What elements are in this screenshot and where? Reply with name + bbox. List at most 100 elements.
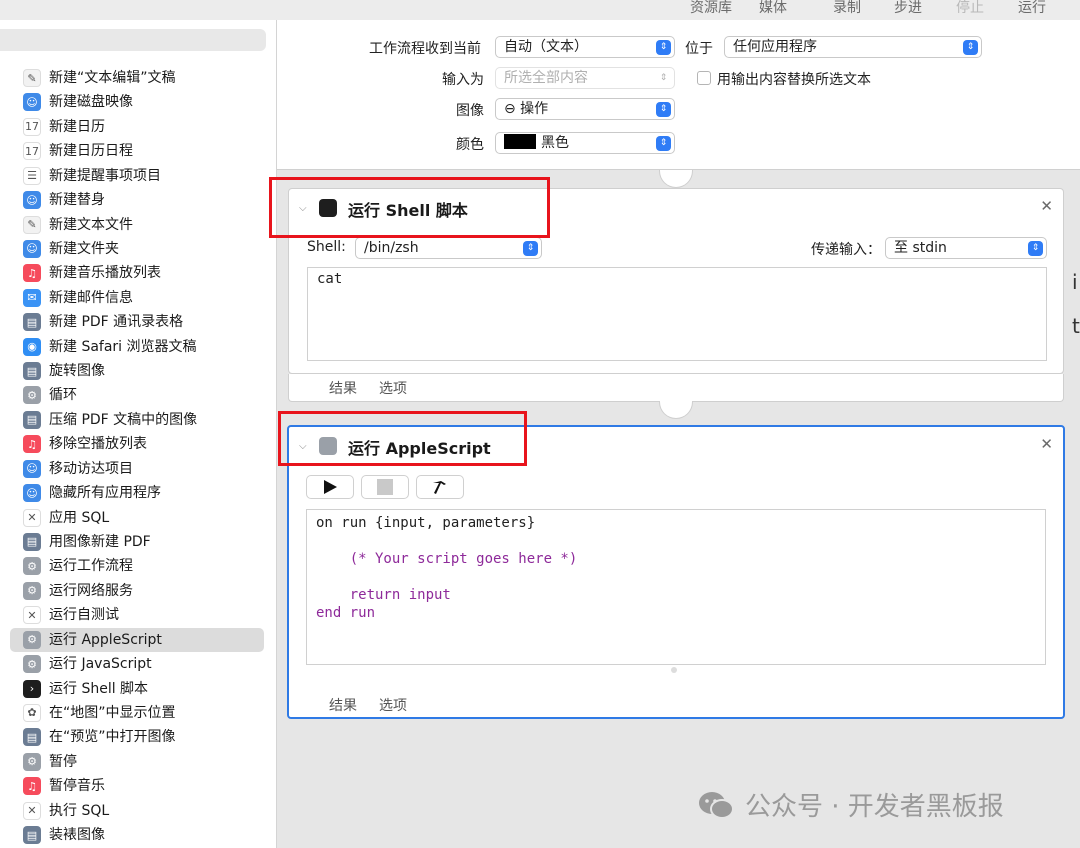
color-swatch xyxy=(504,134,536,149)
finder-icon: ☺ xyxy=(23,239,41,258)
options-tab[interactable]: 选项 xyxy=(379,695,407,715)
results-tab[interactable]: 结果 xyxy=(329,378,357,398)
finder-icon: ☺ xyxy=(23,459,41,478)
shell-popup[interactable]: /bin/zsh ⇕ xyxy=(355,237,542,259)
automator-icon: ⚙ xyxy=(23,752,41,771)
popup-arrows-icon: ⇕ xyxy=(1028,241,1043,256)
image-value: ⊖ 操作 xyxy=(504,101,549,117)
hammer-icon xyxy=(433,481,446,494)
record-button[interactable]: 录制 xyxy=(833,0,861,16)
safari-icon: ◉ xyxy=(23,337,41,356)
replace-output-checkbox[interactable] xyxy=(697,71,711,85)
toolbar: 资源库 媒体 录制 步进 停止 运行 xyxy=(0,0,1080,20)
sidebar-item[interactable]: ▤ 旋转图像 xyxy=(0,359,276,383)
sidebar-item[interactable]: ▤ 装裱图像 xyxy=(0,823,276,847)
sidebar-item[interactable]: ♫ 移除空播放列表 xyxy=(0,432,276,456)
step-button[interactable]: 步进 xyxy=(894,0,922,16)
sidebar-item[interactable]: ✿ 在“地图”中显示位置 xyxy=(0,701,276,725)
music-icon: ♫ xyxy=(23,264,41,283)
stop-button[interactable]: 停止 xyxy=(956,0,984,16)
library-button[interactable]: 资源库 xyxy=(690,0,732,16)
sidebar-item[interactable]: ⚙ 循环 xyxy=(0,383,276,407)
sidebar-item[interactable]: ⚙ 运行工作流程 xyxy=(0,554,276,578)
sidebar-item-label: 新建提醒事项项目 xyxy=(49,167,161,184)
preview-icon: ▤ xyxy=(23,728,41,747)
popup-arrows-icon: ⇕ xyxy=(963,40,978,55)
applescript-editor[interactable]: on run {input, parameters} (* Your scrip… xyxy=(306,509,1046,665)
sidebar-item[interactable]: ☺ 移动访达项目 xyxy=(0,457,276,481)
run-button[interactable]: 运行 xyxy=(1018,0,1046,16)
library-search-field[interactable] xyxy=(0,29,266,51)
finder-icon: ☺ xyxy=(23,93,41,112)
receives-popup[interactable]: 自动（文本） ⇕ xyxy=(495,36,675,58)
sidebar-item[interactable]: ☺ 新建文件夹 xyxy=(0,237,276,261)
color-label: 颜色 xyxy=(456,137,484,153)
textedit-icon: ✎ xyxy=(23,215,41,234)
sidebar-item-label: 运行网络服务 xyxy=(49,582,133,599)
sidebar-item[interactable]: ✎ 新建“文本编辑”文稿 xyxy=(0,66,276,90)
sidebar-item[interactable]: › 运行 Shell 脚本 xyxy=(0,677,276,701)
options-tab[interactable]: 选项 xyxy=(379,378,407,398)
stop-script-button[interactable] xyxy=(361,475,409,499)
image-popup[interactable]: ⊖ 操作 ⇕ xyxy=(495,98,675,120)
automator-icon: ⚙ xyxy=(23,655,41,674)
sidebar-item[interactable]: ✕ 应用 SQL xyxy=(0,506,276,530)
run-script-button[interactable] xyxy=(306,475,354,499)
pass-input-popup[interactable]: 至 stdin ⇕ xyxy=(885,237,1047,259)
color-popup[interactable]: 黑色 ⇕ xyxy=(495,132,675,154)
application-popup[interactable]: 任何应用程序 ⇕ xyxy=(724,36,982,58)
sidebar-item[interactable]: ▤ 压缩 PDF 文稿中的图像 xyxy=(0,408,276,432)
sidebar-item[interactable]: ⚙ 暂停 xyxy=(0,750,276,774)
sidebar-item[interactable]: 17 新建日历日程 xyxy=(0,139,276,163)
shell-value: /bin/zsh xyxy=(364,240,419,256)
popup-arrows-icon: ⇕ xyxy=(656,136,671,151)
sidebar-item[interactable]: ✕ 运行自测试 xyxy=(0,603,276,627)
terminal-icon: › xyxy=(23,679,41,698)
automator-icon: ⚙ xyxy=(23,557,41,576)
sidebar-item[interactable]: ♫ 新建音乐播放列表 xyxy=(0,261,276,285)
shell-label: Shell: xyxy=(307,239,346,255)
sidebar-item-label: 在“预览”中打开图像 xyxy=(49,729,176,746)
sidebar-item[interactable]: 17 新建日历 xyxy=(0,115,276,139)
sidebar-item-label: 压缩 PDF 文稿中的图像 xyxy=(49,411,198,428)
sidebar-item[interactable]: ☰ 新建提醒事项项目 xyxy=(0,164,276,188)
highlight-applescript-title xyxy=(278,411,527,466)
input-popup[interactable]: 所选全部内容 ⇕ xyxy=(495,67,675,89)
sidebar-item[interactable]: ♫ 暂停音乐 xyxy=(0,774,276,798)
sidebar-item-label: 新建音乐播放列表 xyxy=(49,265,161,282)
automator-icon: ⚙ xyxy=(23,630,41,649)
workflow-connector xyxy=(659,170,693,188)
code-line: cat xyxy=(317,271,343,287)
sidebar-item[interactable]: ▤ 用图像新建 PDF xyxy=(0,530,276,554)
sidebar-item[interactable]: ☺ 隐藏所有应用程序 xyxy=(0,481,276,505)
sidebar-item-label: 新建邮件信息 xyxy=(49,289,133,306)
play-icon xyxy=(324,480,337,494)
sidebar-item[interactable]: ◉ 新建 Safari 浏览器文稿 xyxy=(0,335,276,359)
sidebar-item[interactable]: ⚙ 运行 AppleScript xyxy=(0,627,276,652)
sidebar-item-label: 隐藏所有应用程序 xyxy=(49,485,161,502)
resize-handle[interactable] xyxy=(671,667,677,673)
sidebar-item[interactable]: ☺ 新建替身 xyxy=(0,188,276,212)
compile-script-button[interactable] xyxy=(416,475,464,499)
input-value: 所选全部内容 xyxy=(504,70,588,86)
shell-script-editor[interactable]: cat xyxy=(307,267,1047,361)
close-icon[interactable]: ✕ xyxy=(1040,435,1053,453)
sidebar-item-label: 新建日历日程 xyxy=(49,143,133,160)
sidebar-item[interactable]: ✎ 新建文本文件 xyxy=(0,213,276,237)
cropped-text: i xyxy=(1072,270,1078,294)
sidebar-item-label: 执行 SQL xyxy=(49,802,110,819)
close-icon[interactable]: ✕ xyxy=(1040,197,1053,215)
workflow-connector xyxy=(659,401,693,419)
sidebar-item[interactable]: ☺ 新建磁盘映像 xyxy=(0,90,276,114)
sidebar-item[interactable]: ⚙ 运行网络服务 xyxy=(0,579,276,603)
popup-arrows-icon: ⇕ xyxy=(656,40,671,55)
sidebar-item[interactable]: ✕ 执行 SQL xyxy=(0,799,276,823)
sidebar-item[interactable]: ⚙ 运行 JavaScript xyxy=(0,652,276,676)
code-comment: (* Your script goes here *) xyxy=(316,551,578,567)
sidebar-item[interactable]: ▤ 在“预览”中打开图像 xyxy=(0,725,276,749)
receives-value: 自动（文本） xyxy=(504,39,588,55)
sidebar-item[interactable]: ▤ 新建 PDF 通讯录表格 xyxy=(0,310,276,334)
results-tab[interactable]: 结果 xyxy=(329,695,357,715)
media-button[interactable]: 媒体 xyxy=(759,0,787,16)
sidebar-item[interactable]: ✉ 新建邮件信息 xyxy=(0,286,276,310)
